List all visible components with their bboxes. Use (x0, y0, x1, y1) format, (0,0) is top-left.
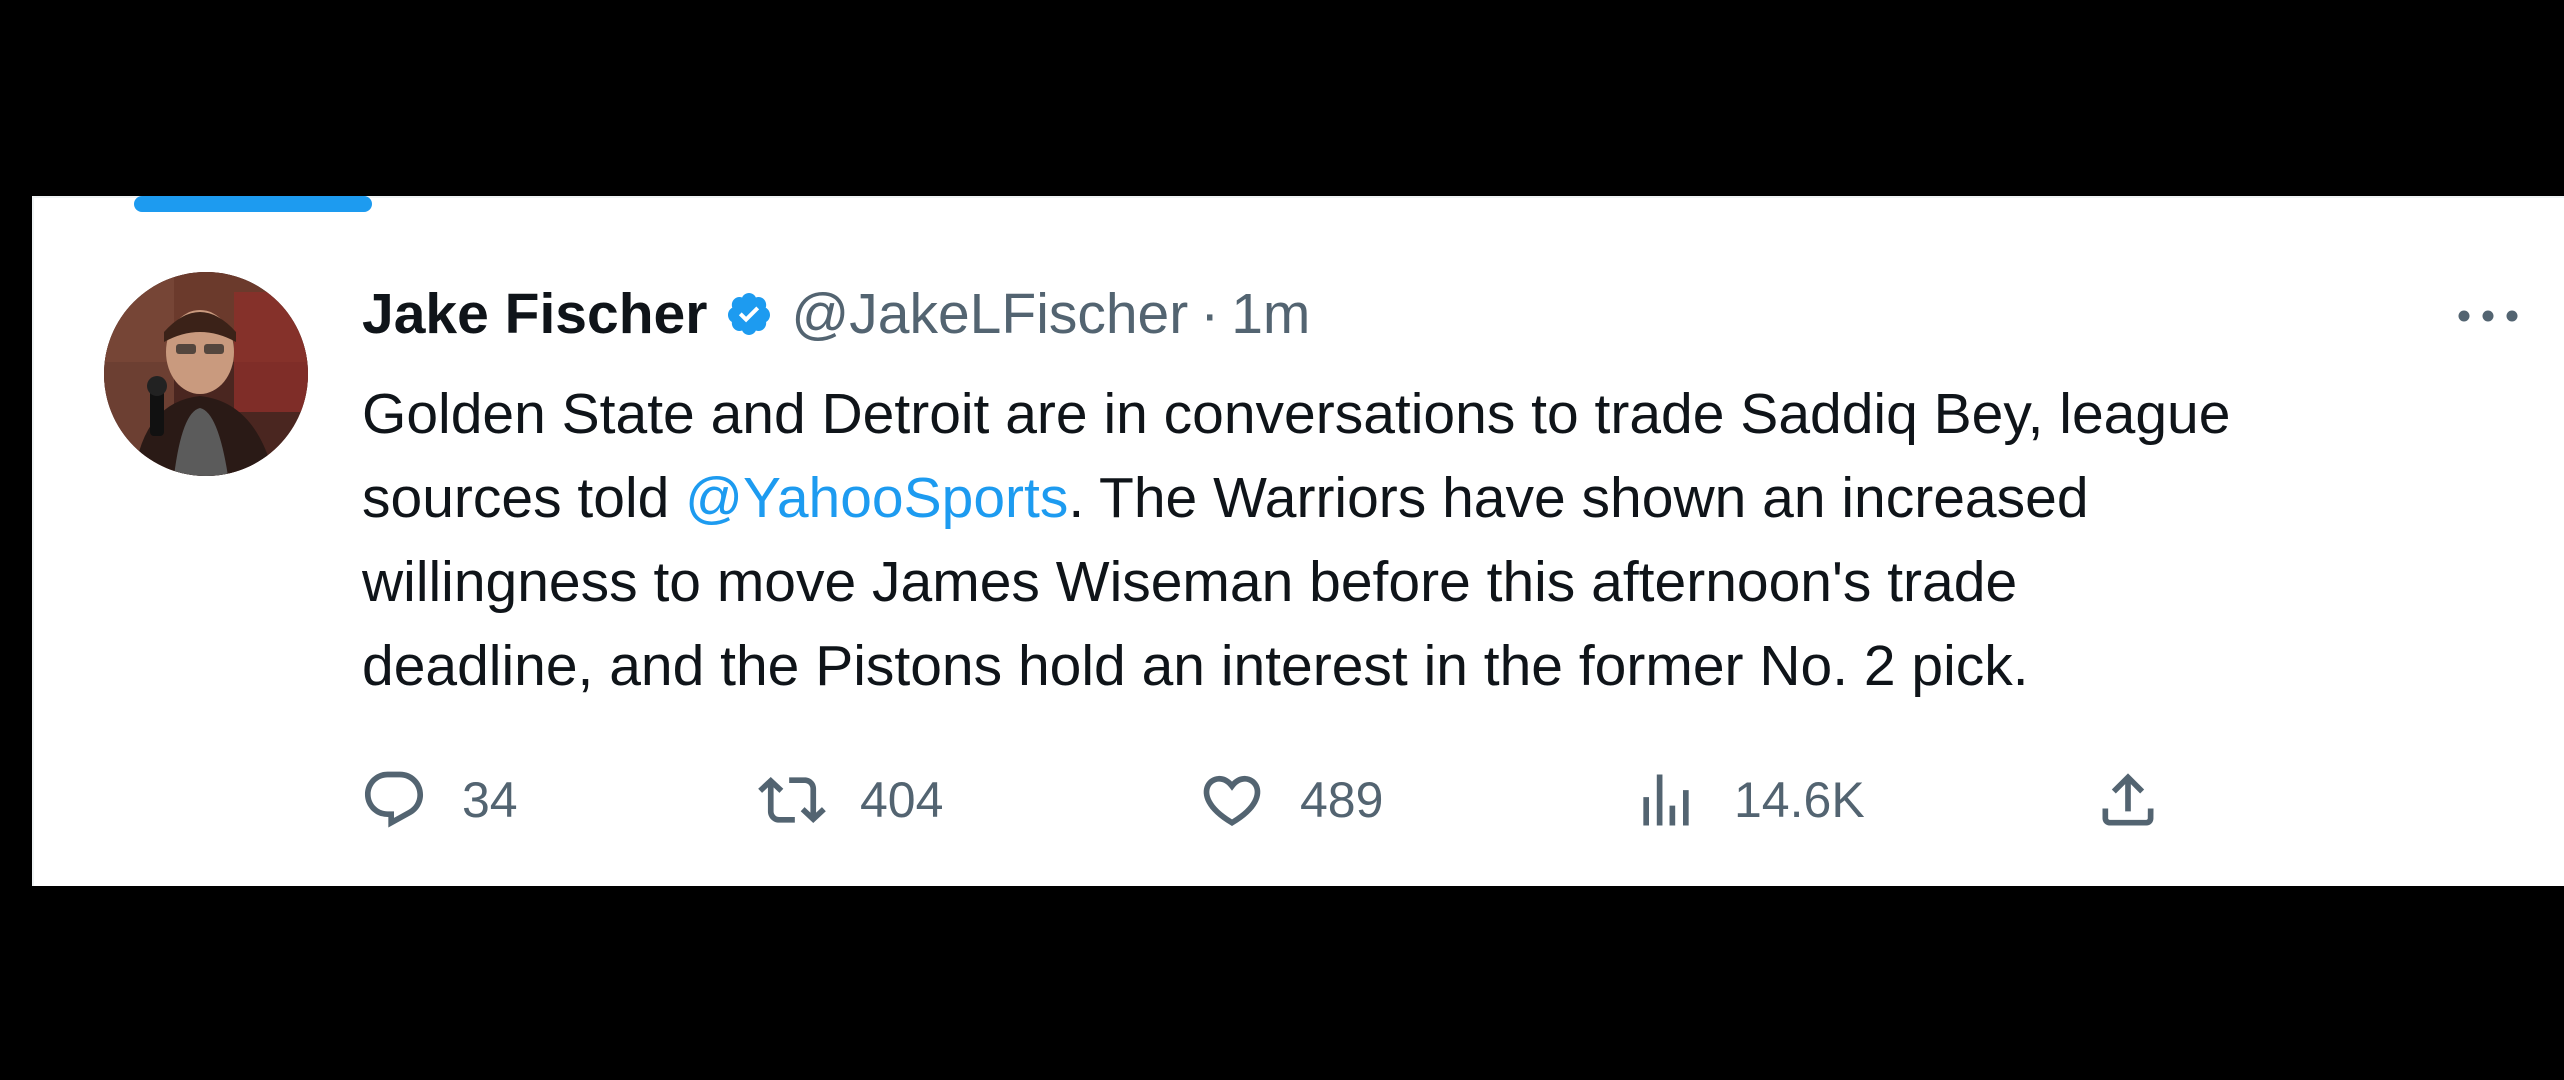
avatar-image (104, 272, 308, 476)
tweet-card[interactable]: Jake Fischer @JakeLFischer · 1m Golden S… (32, 196, 2564, 886)
reply-icon (364, 771, 424, 828)
author-name[interactable]: Jake Fischer (362, 281, 707, 347)
retweet-button[interactable]: 404 (758, 760, 943, 840)
share-button[interactable] (2094, 760, 2162, 840)
more-options-button[interactable] (2448, 296, 2528, 336)
more-options-icon (2458, 310, 2518, 322)
reply-count: 34 (462, 772, 518, 828)
views-count: 14.6K (1734, 772, 1865, 828)
share-icon (2102, 773, 2154, 826)
timestamp[interactable]: 1m (1231, 281, 1310, 347)
separator-dot: · (1200, 282, 1220, 346)
verified-badge-icon (725, 290, 773, 338)
reply-button[interactable]: 34 (360, 760, 518, 840)
author-handle[interactable]: @JakeLFischer (791, 281, 1188, 347)
views-button[interactable]: 14.6K (1632, 760, 1865, 840)
tab-active-indicator (134, 196, 372, 212)
like-button[interactable]: 489 (1198, 760, 1383, 840)
tweet-text: Golden State and Detroit are in conversa… (362, 372, 2542, 708)
retweet-icon (758, 776, 826, 824)
views-icon (1643, 774, 1689, 826)
tweet-header: Jake Fischer @JakeLFischer · 1m (362, 274, 1310, 354)
mention-link[interactable]: @YahooSports (685, 466, 1068, 530)
like-icon (1203, 775, 1261, 826)
avatar[interactable] (104, 272, 308, 476)
like-count: 489 (1300, 772, 1384, 828)
retweet-count: 404 (860, 772, 944, 828)
